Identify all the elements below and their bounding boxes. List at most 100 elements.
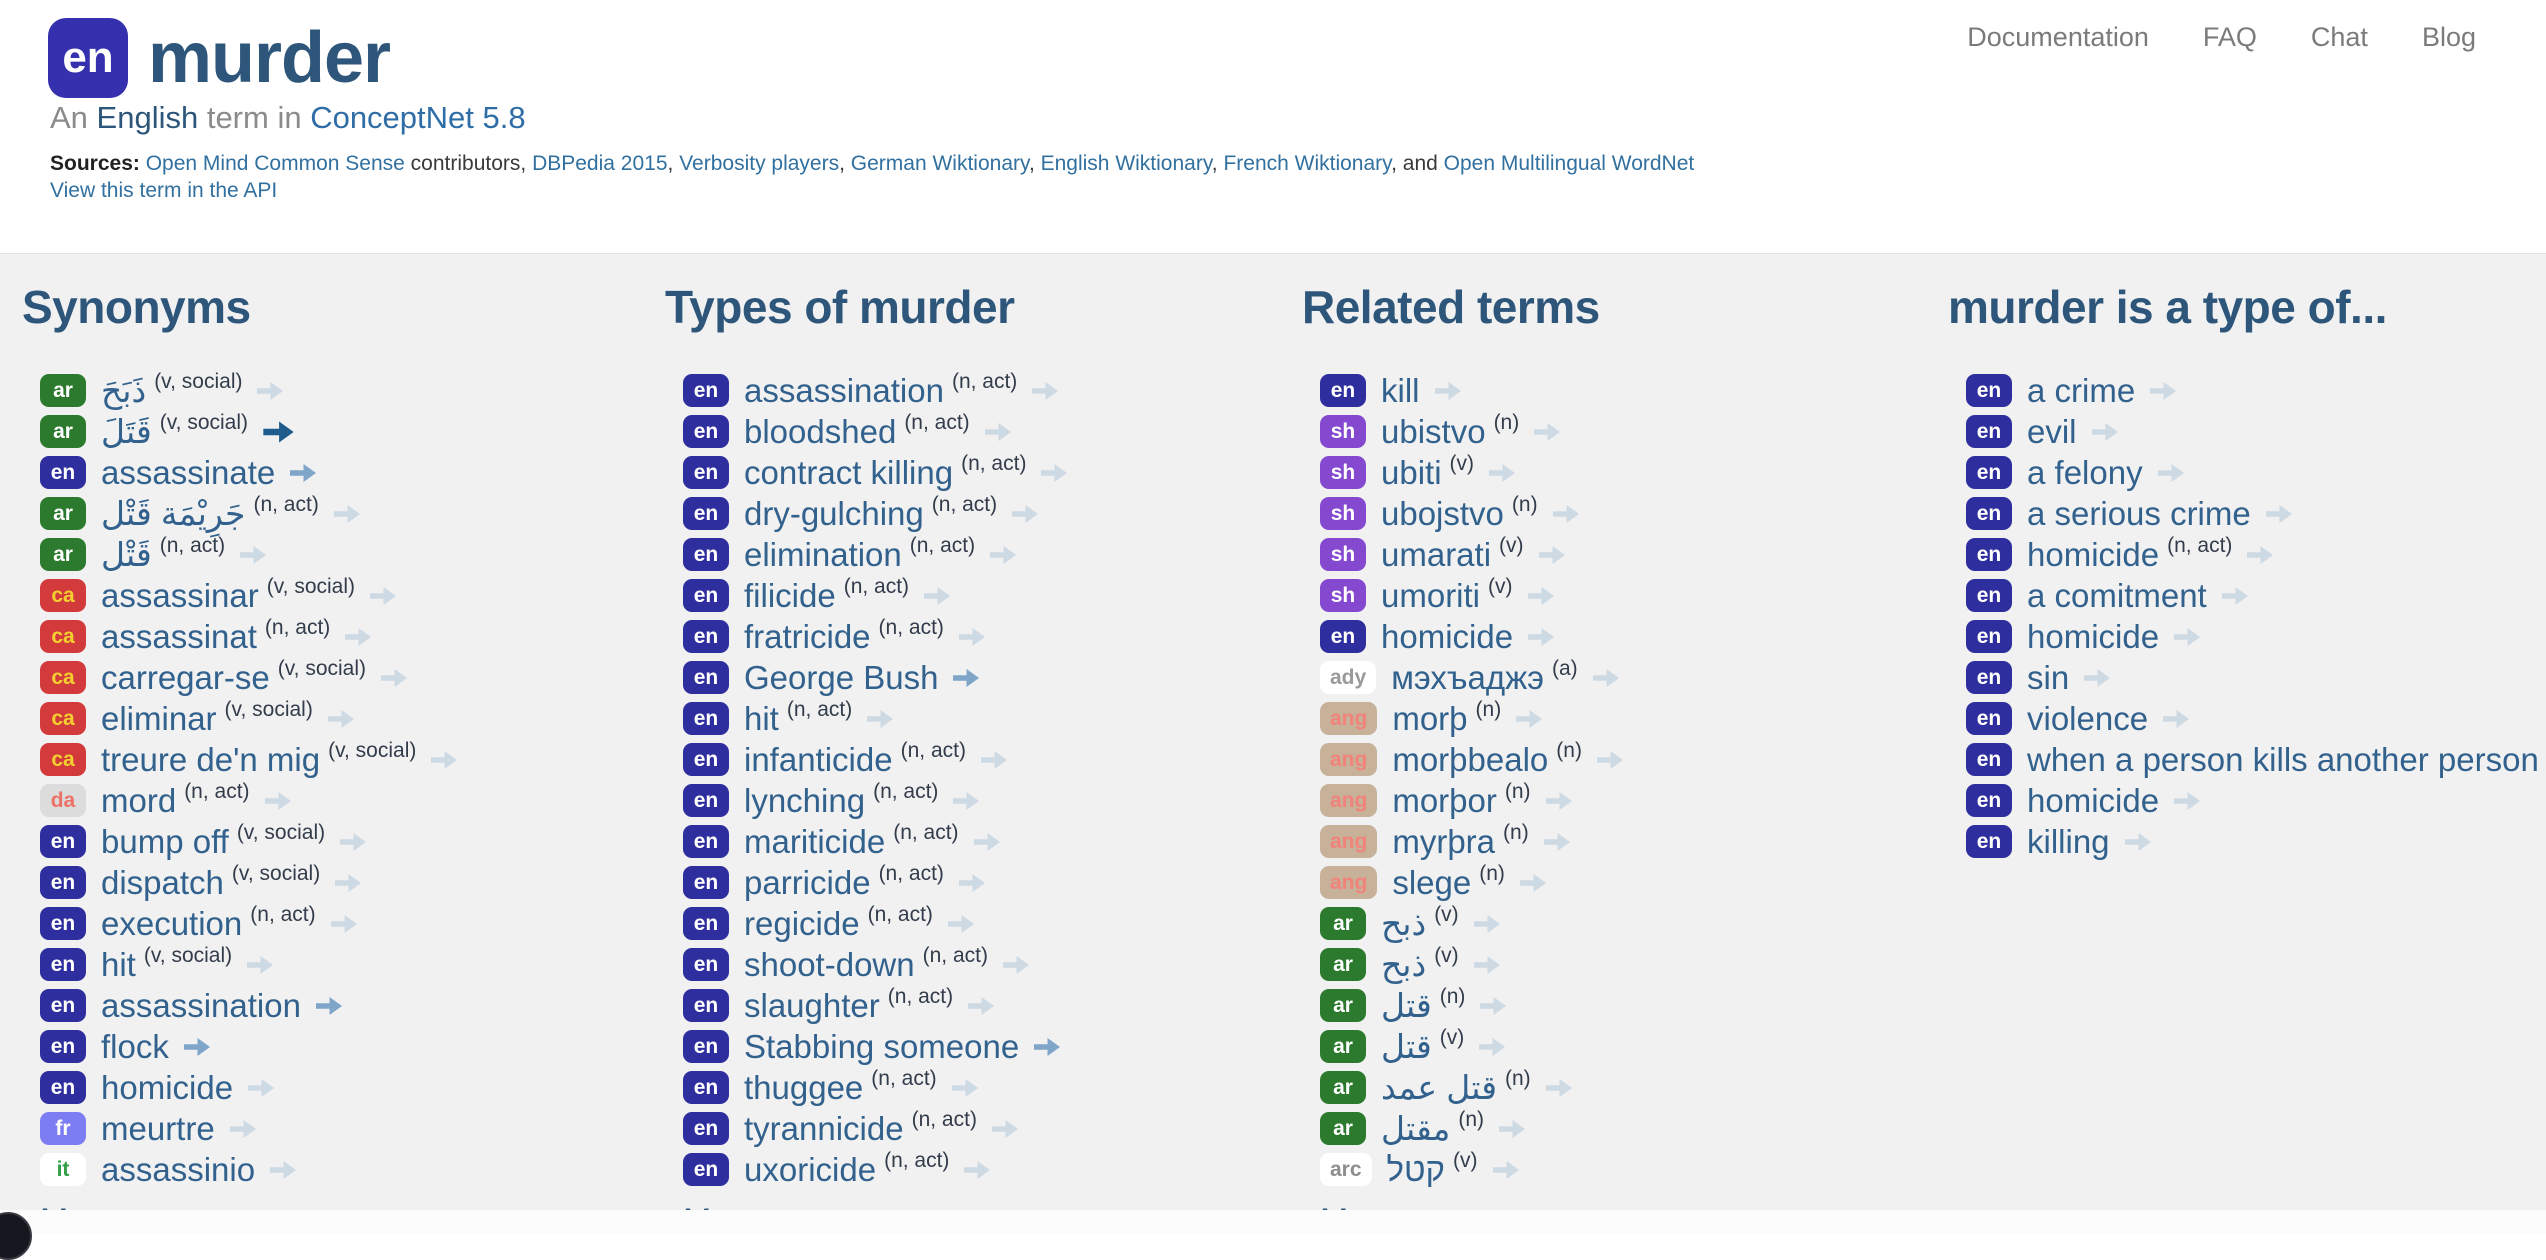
term-link[interactable]: slege [1392, 864, 1471, 902]
lang-badge-sh[interactable]: sh [1320, 415, 1366, 448]
edge-arrow-icon[interactable] [2082, 667, 2112, 689]
edge-arrow-icon[interactable] [1544, 1077, 1574, 1099]
lang-badge-en[interactable]: en [683, 497, 729, 530]
term-link[interactable]: mariticide [744, 823, 885, 861]
term-link[interactable]: flock [101, 1028, 169, 1066]
edge-arrow-icon[interactable] [1497, 1118, 1527, 1140]
term-link[interactable]: مقتل [1381, 1109, 1450, 1148]
edge-arrow-icon[interactable] [263, 790, 293, 812]
edge-arrow-icon[interactable] [338, 831, 368, 853]
lang-badge-ar[interactable]: ar [1320, 1030, 1366, 1063]
lang-badge-en[interactable]: en [683, 907, 729, 940]
term-link[interactable]: contract killing [744, 454, 953, 492]
lang-badge-ar[interactable]: ar [1320, 907, 1366, 940]
lang-badge-en[interactable]: en [1966, 825, 2012, 858]
lang-badge-arc[interactable]: arc [1320, 1153, 1372, 1186]
term-link[interactable]: uxoricide [744, 1151, 876, 1189]
term-link[interactable]: lynching [744, 782, 865, 820]
edge-arrow-icon[interactable] [1542, 831, 1572, 853]
lang-badge-en[interactable]: en [683, 415, 729, 448]
edge-arrow-icon[interactable] [1478, 995, 1508, 1017]
lang-badge-en[interactable]: en [1966, 456, 2012, 489]
lang-badge-en[interactable]: en [683, 374, 729, 407]
term-link[interactable]: morþbealo [1392, 741, 1548, 779]
term-link[interactable]: violence [2027, 700, 2148, 738]
term-link[interactable]: carregar-se [101, 659, 270, 697]
term-link[interactable]: homicide [1381, 618, 1513, 656]
term-link[interactable]: elimination [744, 536, 902, 574]
term-link[interactable]: ذبح [1381, 904, 1426, 943]
term-link[interactable]: ubistvo [1381, 413, 1486, 451]
term-link[interactable]: infanticide [744, 741, 893, 779]
lang-badge-sh[interactable]: sh [1320, 497, 1366, 530]
lang-badge-da[interactable]: da [40, 784, 86, 817]
term-link[interactable]: treure de'n mig [101, 741, 320, 779]
lang-badge-en[interactable]: en [683, 989, 729, 1022]
edge-arrow-icon[interactable] [1030, 380, 1060, 402]
edge-arrow-icon[interactable] [2148, 380, 2178, 402]
lang-badge-ar[interactable]: ar [40, 497, 86, 530]
term-link[interactable]: ذَبَحَ [101, 371, 146, 410]
term-link[interactable]: kill [1381, 372, 1420, 410]
term-link[interactable]: assassinate [101, 454, 275, 492]
lang-badge-en[interactable]: en [40, 866, 86, 899]
lang-badge-en[interactable]: en [683, 784, 729, 817]
term-link[interactable]: جَرِيْمَة قَتْل [101, 494, 245, 533]
lang-badge-en[interactable]: en [1966, 661, 2012, 694]
edge-arrow-icon[interactable] [228, 1118, 258, 1140]
edge-arrow-icon[interactable] [1010, 503, 1040, 525]
lang-badge-en[interactable]: en [1966, 784, 2012, 817]
term-link[interactable]: mord [101, 782, 176, 820]
edge-arrow-icon[interactable] [1518, 872, 1548, 894]
term-link[interactable]: bump off [101, 823, 229, 861]
term-link[interactable]: assassinar [101, 577, 259, 615]
term-link[interactable]: execution [101, 905, 242, 943]
lang-badge-ar[interactable]: ar [40, 415, 86, 448]
edge-arrow-icon[interactable] [261, 419, 296, 445]
lang-badge-ang[interactable]: ang [1320, 825, 1377, 858]
edge-arrow-icon[interactable] [343, 626, 373, 648]
edge-arrow-icon[interactable] [988, 544, 1018, 566]
term-link[interactable]: eliminar [101, 700, 217, 738]
term-link[interactable]: قتل [1381, 1027, 1432, 1066]
edge-arrow-icon[interactable] [972, 831, 1002, 853]
edge-arrow-icon[interactable] [966, 995, 996, 1017]
edge-arrow-icon[interactable] [951, 790, 981, 812]
edge-arrow-icon[interactable] [951, 667, 981, 689]
api-link[interactable]: View this term in the API [50, 179, 277, 203]
term-link[interactable]: a comitment [2027, 577, 2207, 615]
term-link[interactable]: regicide [744, 905, 860, 943]
lang-badge-ar[interactable]: ar [1320, 948, 1366, 981]
term-link[interactable]: when a person kills another person [2027, 741, 2539, 779]
term-link[interactable]: قَتَلَ [101, 412, 152, 451]
edge-arrow-icon[interactable] [182, 1036, 212, 1058]
lang-badge-ca[interactable]: ca [40, 702, 86, 735]
term-link[interactable]: قَتْل [101, 535, 152, 574]
lang-badge-en[interactable]: en [683, 866, 729, 899]
edge-arrow-icon[interactable] [268, 1159, 298, 1181]
link-segment[interactable]: ConceptNet 5.8 [310, 100, 525, 135]
term-link[interactable]: fratricide [744, 618, 871, 656]
edge-arrow-icon[interactable] [288, 462, 318, 484]
lang-badge-en[interactable]: en [1966, 415, 2012, 448]
edge-arrow-icon[interactable] [979, 749, 1009, 771]
term-link[interactable]: umoriti [1381, 577, 1480, 615]
lang-badge-en[interactable]: en [683, 620, 729, 653]
term-link[interactable]: morþor [1392, 782, 1497, 820]
lang-badge-ar[interactable]: ar [40, 374, 86, 407]
lang-badge-en[interactable]: en [1966, 743, 2012, 776]
edge-arrow-icon[interactable] [2264, 503, 2294, 525]
term-link[interactable]: a crime [2027, 372, 2135, 410]
term-link[interactable]: meurtre [101, 1110, 215, 1148]
lang-badge-sh[interactable]: sh [1320, 456, 1366, 489]
edge-arrow-icon[interactable] [922, 585, 952, 607]
lang-badge-en[interactable]: en [1966, 702, 2012, 735]
edge-arrow-icon[interactable] [2172, 790, 2202, 812]
lang-badge-ady[interactable]: ady [1320, 661, 1376, 694]
lang-badge-en[interactable]: en [683, 1030, 729, 1063]
link-segment[interactable]: English Wiktionary [1041, 152, 1212, 175]
term-link[interactable]: myrþra [1392, 823, 1495, 861]
term-link[interactable]: hit [101, 946, 136, 984]
edge-arrow-icon[interactable] [1433, 380, 1463, 402]
lang-badge-en[interactable]: en [40, 948, 86, 981]
